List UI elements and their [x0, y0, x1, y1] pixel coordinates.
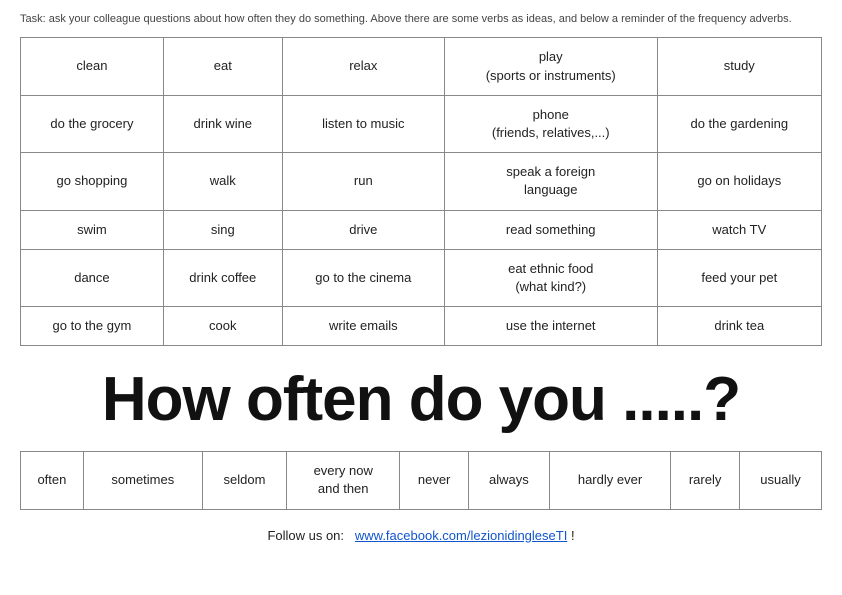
verb-cell: do the grocery — [21, 95, 164, 152]
adverb-cell: often — [21, 452, 84, 509]
verb-cell: clean — [21, 38, 164, 95]
adverb-cell: seldom — [202, 452, 286, 509]
adverb-cell: never — [400, 452, 469, 509]
verb-cell: go to the gym — [21, 307, 164, 346]
follow-us-link[interactable]: www.facebook.com/lezionidingleseTI — [355, 528, 567, 543]
verb-cell: use the internet — [444, 307, 657, 346]
verb-cell: eat — [163, 38, 282, 95]
adverb-cell: usually — [739, 452, 821, 509]
verb-cell: cook — [163, 307, 282, 346]
verb-cell: do the gardening — [657, 95, 821, 152]
adverbs-table: oftensometimesseldomevery now and thenne… — [20, 451, 822, 509]
verb-cell: write emails — [282, 307, 444, 346]
verb-cell: go shopping — [21, 153, 164, 210]
verb-cell: watch TV — [657, 210, 821, 249]
verb-cell: relax — [282, 38, 444, 95]
verb-cell: run — [282, 153, 444, 210]
verb-cell: phone (friends, relatives,...) — [444, 95, 657, 152]
follow-us: Follow us on: www.facebook.com/lezionidi… — [20, 528, 822, 543]
verb-cell: go on holidays — [657, 153, 821, 210]
verb-cell: drink coffee — [163, 249, 282, 306]
adverb-cell: sometimes — [83, 452, 202, 509]
follow-us-suffix: ! — [571, 528, 575, 543]
verb-cell: sing — [163, 210, 282, 249]
verb-cell: drive — [282, 210, 444, 249]
verb-cell: drink wine — [163, 95, 282, 152]
verb-cell: go to the cinema — [282, 249, 444, 306]
task-description: Task: ask your colleague questions about… — [20, 12, 822, 27]
adverb-cell: hardly ever — [549, 452, 670, 509]
verb-cell: speak a foreign language — [444, 153, 657, 210]
verb-cell: listen to music — [282, 95, 444, 152]
verb-cell: feed your pet — [657, 249, 821, 306]
verb-cell: study — [657, 38, 821, 95]
adverb-cell: rarely — [671, 452, 740, 509]
big-question: How often do you .....? — [20, 364, 822, 435]
verb-cell: eat ethnic food (what kind?) — [444, 249, 657, 306]
verb-cell: walk — [163, 153, 282, 210]
verb-cell: drink tea — [657, 307, 821, 346]
verb-cell: play (sports or instruments) — [444, 38, 657, 95]
verb-cell: dance — [21, 249, 164, 306]
verbs-table: cleaneatrelaxplay (sports or instruments… — [20, 37, 822, 346]
adverb-cell: every now and then — [287, 452, 400, 509]
follow-us-label: Follow us on: — [267, 528, 344, 543]
adverb-cell: always — [469, 452, 550, 509]
verb-cell: swim — [21, 210, 164, 249]
verb-cell: read something — [444, 210, 657, 249]
